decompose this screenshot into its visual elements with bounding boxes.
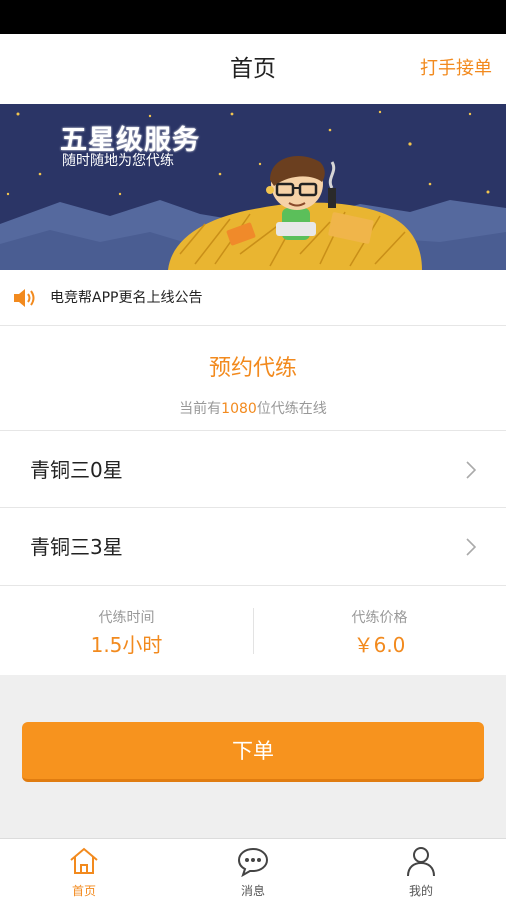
speaker-icon	[14, 289, 35, 307]
online-count: 1080	[221, 401, 257, 417]
tab-profile[interactable]: 我的	[337, 839, 505, 900]
tab-messages-label: 消息	[240, 884, 265, 898]
target-rank-label: 青铜三3星	[30, 535, 123, 559]
chat-icon	[237, 847, 269, 877]
boost-price-value: ￥6.0	[353, 633, 406, 657]
home-icon	[70, 847, 98, 874]
chevron-right-icon	[466, 538, 476, 556]
banner-subtitle: 随时随地为您代练	[62, 153, 174, 169]
user-icon	[407, 847, 435, 877]
boost-time: 代练时间 1.5小时	[0, 586, 253, 675]
player-orders-link[interactable]: 打手接单	[420, 34, 492, 104]
online-count-text: 当前有1080位代练在线	[0, 398, 506, 418]
tab-home-label: 首页	[71, 884, 96, 898]
status-bar	[0, 0, 506, 34]
online-suffix: 位代练在线	[256, 401, 327, 417]
order-summary: 代练时间 1.5小时 代练价格 ￥6.0	[0, 586, 506, 675]
booking-title: 预约代练	[208, 356, 297, 381]
target-rank-selector[interactable]: 青铜三3星	[0, 508, 506, 586]
bottom-tab-bar: 首页 消息 我的	[0, 838, 506, 900]
boost-time-label: 代练时间	[98, 610, 155, 626]
boost-time-value: 1.5小时	[90, 633, 163, 657]
tab-home[interactable]: 首页	[0, 839, 168, 900]
tab-messages[interactable]: 消息	[169, 839, 337, 900]
online-prefix: 当前有	[179, 401, 222, 417]
announcement-text: 电竞帮APP更名上线公告	[50, 290, 203, 306]
chevron-right-icon	[466, 461, 476, 479]
boost-price: 代练价格 ￥6.0	[253, 586, 506, 675]
current-rank-label: 青铜三0星	[30, 458, 123, 482]
current-rank-selector[interactable]: 青铜三0星	[0, 430, 506, 508]
place-order-button[interactable]: 下单	[22, 722, 484, 782]
promo-banner[interactable]: 五星级服务 随时随地为您代练	[0, 104, 506, 270]
top-header: 首页 打手接单	[0, 34, 506, 104]
tab-profile-label: 我的	[408, 884, 433, 898]
announcement-bar[interactable]: 电竞帮APP更名上线公告	[0, 270, 506, 326]
boost-price-label: 代练价格	[351, 610, 408, 626]
